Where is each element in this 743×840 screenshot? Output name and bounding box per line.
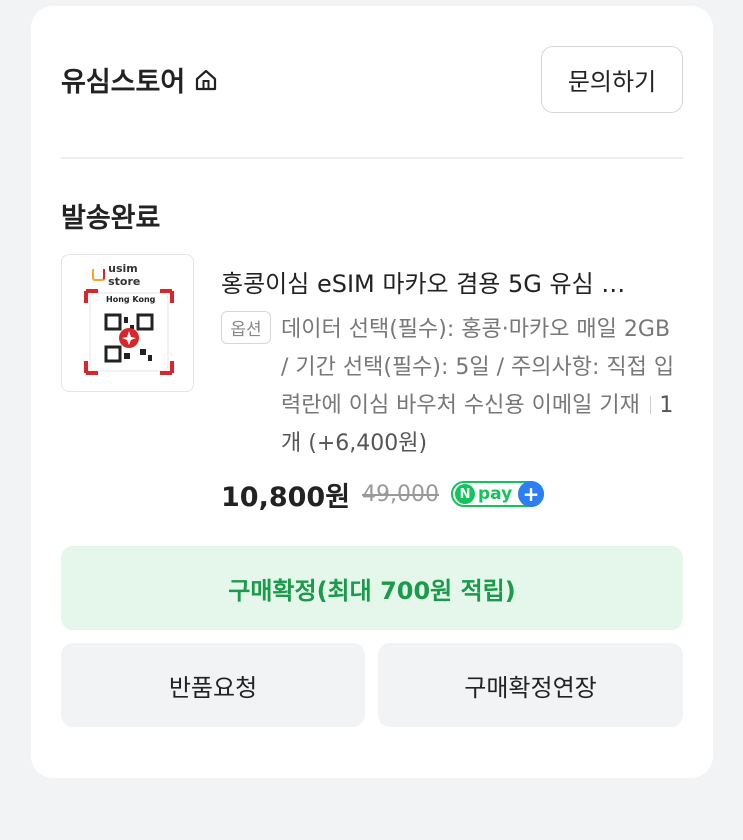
option-text: 데이터 선택(필수): 홍콩·마카오 매일 2GB / 기간 선택(필수): 5… (281, 317, 675, 418)
option-details: 데이터 선택(필수): 홍콩·마카오 매일 2GB / 기간 선택(필수): 5… (281, 311, 683, 463)
npay-label: pay (478, 484, 513, 504)
sale-price: 10,800원 (221, 481, 351, 513)
option-separator (649, 396, 652, 414)
extend-confirmation-button[interactable]: 구매확정연장 (378, 643, 683, 727)
npay-n-icon: N (455, 484, 476, 504)
product-thumbnail[interactable]: usim store Hong Kong (61, 254, 194, 392)
inquiry-button[interactable]: 문의하기 (541, 46, 683, 113)
usim-store-logo: usim store (92, 262, 168, 288)
store-link[interactable]: 유심스토어 (61, 60, 219, 99)
divider (61, 157, 683, 159)
store-name: 유심스토어 (61, 67, 186, 98)
plus-icon: + (518, 481, 545, 507)
order-status: 발송완료 (61, 203, 161, 234)
logo-text: usim store (108, 262, 141, 288)
confirm-purchase-button[interactable]: 구매확정(최대 700원 적립) (61, 546, 683, 630)
home-icon (193, 67, 219, 93)
original-price: 49,000 (362, 481, 440, 507)
price-row: 10,800원 49,000 N pay + (221, 474, 545, 514)
return-request-button[interactable]: 반품요청 (61, 643, 365, 727)
product-name[interactable]: 홍콩이심 eSIM 마카오 겸용 5G 유심 … (221, 264, 683, 299)
option-badge: 옵션 (221, 311, 271, 344)
region-label: Hong Kong (106, 295, 156, 304)
store-header: 유심스토어 문의하기 (61, 46, 683, 118)
npay-plus-badge: N pay + (451, 481, 545, 507)
order-card: 유심스토어 문의하기 발송완료 usim store Hong Kong 홍콩이… (31, 6, 713, 778)
